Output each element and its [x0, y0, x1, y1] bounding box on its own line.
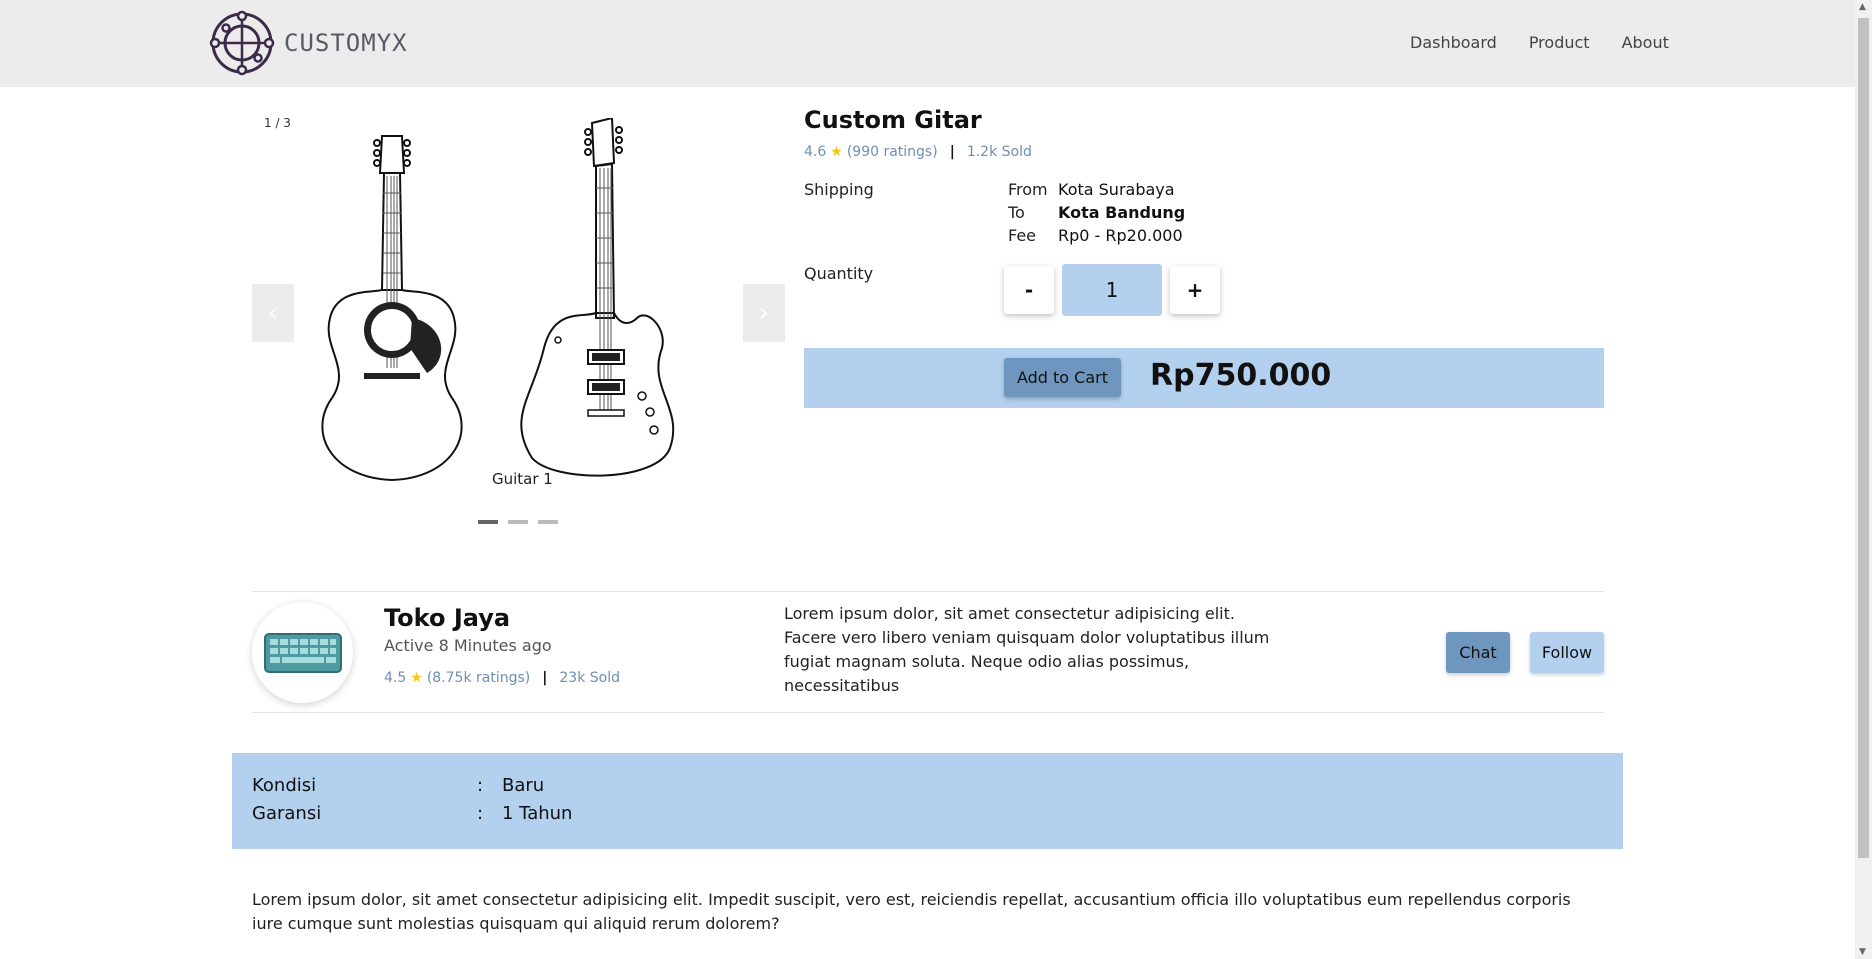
divider: | [949, 144, 955, 160]
star-icon: ★ [830, 144, 843, 160]
product-price: Rp750.000 [1150, 358, 1332, 393]
shipping-details: From Kota Surabaya To Kota Bandung Fee R… [1008, 180, 1185, 245]
nav-about[interactable]: About [1622, 33, 1669, 52]
product-rating: 4.6 ★ (990 ratings) | 1.2k Sold [804, 144, 1604, 160]
slide-counter: 1 / 3 [264, 116, 291, 130]
nav-dashboard[interactable]: Dashboard [1410, 33, 1497, 52]
shipping-label: Shipping [804, 180, 874, 199]
from-label: From [1008, 180, 1048, 199]
product-carousel: 1 / 3 Guitar 1 ‹ › [252, 108, 785, 538]
chat-button[interactable]: Chat [1446, 632, 1510, 673]
scrollbar-thumb[interactable] [1858, 18, 1869, 858]
seller-ratings-count: (8.75k ratings) [426, 670, 531, 686]
from-value: Kota Surabaya [1058, 180, 1175, 199]
quantity-input[interactable] [1062, 264, 1162, 316]
slide-caption: Guitar 1 [492, 470, 553, 488]
carousel-next-button[interactable]: › [743, 284, 785, 342]
spec-value: 1 Tahun [502, 803, 573, 824]
to-value: Kota Bandung [1058, 203, 1186, 222]
carousel-indicators [478, 520, 568, 524]
carousel-indicator-2[interactable] [508, 520, 528, 524]
product-description: Lorem ipsum dolor, sit amet consectetur … [252, 890, 1571, 933]
brand-name: CUSTOMYX [284, 29, 408, 57]
seller-description: Lorem ipsum dolor, sit amet consectetur … [784, 604, 1270, 695]
globe-logo-icon [209, 10, 275, 76]
scroll-up-icon[interactable]: ▲ [1859, 2, 1866, 12]
add-to-cart-button[interactable]: Add to Cart [1004, 358, 1121, 397]
quantity-section: Quantity - + [804, 264, 1604, 324]
spec-label: Garansi [252, 803, 322, 824]
divider: | [542, 670, 548, 686]
navbar: CUSTOMYX Dashboard Product About [0, 0, 1855, 87]
fee-value: Rp0 - Rp20.000 [1058, 226, 1183, 245]
seller-sold-count: 23k Sold [559, 670, 620, 686]
rating-value: 4.6 [804, 144, 827, 160]
page-scrollbar[interactable]: ▲ ▼ [1855, 0, 1872, 959]
shipping-section: Shipping From Kota Surabaya To Kota Band… [804, 180, 1604, 250]
seller-active-status: Active 8 Minutes ago [384, 636, 552, 655]
product-info: Custom Gitar 4.6 ★ (990 ratings) | 1.2k … [804, 106, 1604, 324]
quantity-increase-button[interactable]: + [1170, 266, 1220, 314]
quantity-decrease-button[interactable]: - [1004, 266, 1054, 314]
ratings-count: (990 ratings) [846, 144, 938, 160]
star-icon: ★ [410, 670, 423, 686]
spec-label: Kondisi [252, 775, 317, 796]
spec-row-warranty: Garansi : 1 Tahun [252, 803, 572, 824]
spec-value: Baru [502, 775, 545, 796]
seller-name[interactable]: Toko Jaya [384, 604, 510, 632]
chevron-left-icon: ‹ [267, 298, 279, 328]
carousel-indicator-3[interactable] [538, 520, 558, 524]
fee-label: Fee [1008, 226, 1037, 245]
product-title: Custom Gitar [804, 106, 982, 134]
sold-count: 1.2k Sold [966, 144, 1032, 160]
keyboard-icon [263, 632, 342, 673]
guitar-image [321, 118, 675, 482]
scroll-down-icon[interactable]: ▼ [1859, 947, 1866, 957]
product-specs: Kondisi : Baru Garansi : 1 Tahun [232, 753, 1623, 849]
cart-bar: Add to Cart Rp750.000 [804, 348, 1604, 408]
carousel-indicator-1[interactable] [478, 520, 498, 524]
spec-separator: : [477, 775, 484, 796]
seller-rating: 4.5 ★ (8.75k ratings) | 23k Sold [384, 670, 620, 686]
spec-separator: : [477, 803, 484, 824]
follow-button[interactable]: Follow [1530, 632, 1604, 673]
to-label: To [1008, 203, 1025, 222]
seller-rating-value: 4.5 [384, 670, 407, 686]
seller-avatar[interactable] [252, 602, 353, 703]
nav-links: Dashboard Product About [1410, 33, 1701, 52]
quantity-stepper: - + [1004, 264, 1220, 316]
quantity-label: Quantity [804, 264, 874, 283]
chevron-right-icon: › [758, 298, 770, 328]
carousel-prev-button[interactable]: ‹ [252, 284, 294, 342]
spec-row-condition: Kondisi : Baru [252, 775, 544, 796]
nav-product[interactable]: Product [1529, 33, 1590, 52]
brand[interactable]: CUSTOMYX [208, 9, 408, 77]
seller-section: Toko Jaya Active 8 Minutes ago 4.5 ★ (8.… [252, 591, 1604, 713]
